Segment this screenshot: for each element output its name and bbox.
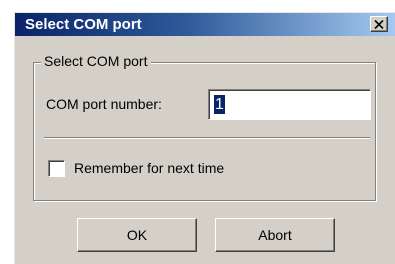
separator-line [44, 137, 370, 139]
close-icon [374, 19, 384, 29]
groupbox-legend: Select COM port [41, 52, 152, 70]
remember-checkbox-label[interactable]: Remember for next time [74, 159, 224, 177]
com-port-groupbox [33, 62, 376, 201]
abort-button[interactable]: Abort [215, 218, 335, 252]
remember-checkbox[interactable] [48, 160, 65, 177]
com-port-number-value: 1 [214, 95, 225, 114]
com-port-number-label: COM port number: [46, 96, 162, 112]
title-bar[interactable]: Select COM port [15, 13, 395, 36]
dialog-title: Select COM port [25, 16, 142, 33]
select-com-port-dialog: Select COM port Select COM port COM port… [14, 12, 395, 264]
ok-button[interactable]: OK [77, 218, 197, 252]
close-button[interactable] [370, 16, 388, 32]
com-port-number-input[interactable]: 1 [208, 89, 371, 120]
